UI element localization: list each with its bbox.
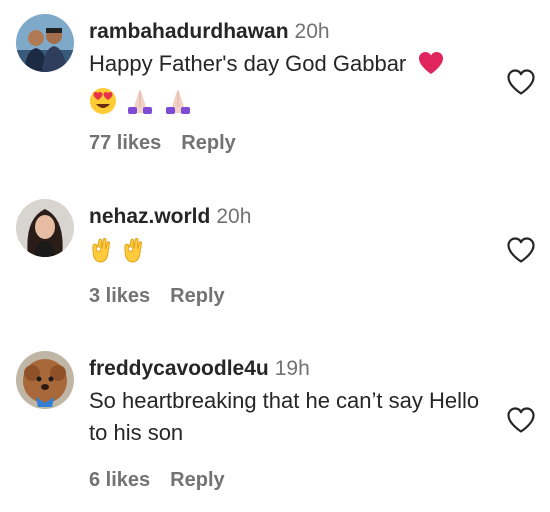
- comment-text-body: Happy Father's day God Gabbar: [89, 51, 407, 76]
- emoji-row: [89, 86, 480, 116]
- red-heart-emoji: [418, 51, 444, 84]
- avatar[interactable]: [16, 199, 74, 257]
- reply-button[interactable]: Reply: [170, 285, 224, 307]
- comment-meta: 3 likes Reply: [89, 285, 225, 308]
- like-button[interactable]: [506, 406, 536, 434]
- comment-username[interactable]: nehaz.world: [89, 205, 210, 228]
- comment-timestamp: 19h: [274, 357, 310, 380]
- comment-text: So heartbreaking that he can’t say Hello…: [89, 388, 480, 445]
- like-count[interactable]: 6 likes: [89, 469, 150, 491]
- praying-hands-emoji: [128, 90, 152, 114]
- avatar[interactable]: [16, 351, 74, 409]
- ok-hand-emoji: [92, 237, 111, 263]
- heart-outline-icon: [507, 407, 535, 433]
- comment-item: nehaz.world 20h 3 likes Reply: [0, 199, 550, 319]
- comment-username[interactable]: freddycavoodle4u: [89, 357, 269, 380]
- reply-button[interactable]: Reply: [181, 132, 235, 154]
- comment-timestamp: 20h: [216, 205, 252, 228]
- comment-username[interactable]: rambahadurdhawan: [89, 20, 289, 43]
- avatar[interactable]: [16, 14, 74, 72]
- reply-button[interactable]: Reply: [170, 469, 224, 491]
- emoji-row: [89, 235, 480, 265]
- heart-outline-icon: [507, 237, 535, 263]
- ok-hand-emoji: [124, 237, 143, 263]
- like-count[interactable]: 77 likes: [89, 132, 161, 154]
- comment-timestamp: 20h: [294, 20, 330, 43]
- like-button[interactable]: [506, 236, 536, 264]
- comment-meta: 77 likes Reply: [89, 132, 236, 155]
- praying-hands-emoji: [166, 90, 190, 114]
- like-button[interactable]: [506, 68, 536, 96]
- heart-outline-icon: [507, 69, 535, 95]
- like-count[interactable]: 3 likes: [89, 285, 150, 307]
- comment-item: rambahadurdhawan 20h Happy Father's day G…: [0, 14, 550, 164]
- comment-item: freddycavoodle4u 19h So heartbreaking tha…: [0, 351, 550, 501]
- heart-eyes-emoji: [90, 88, 116, 114]
- comment-text: Happy Father's day God Gabbar: [89, 48, 480, 84]
- comment-meta: 6 likes Reply: [89, 469, 225, 492]
